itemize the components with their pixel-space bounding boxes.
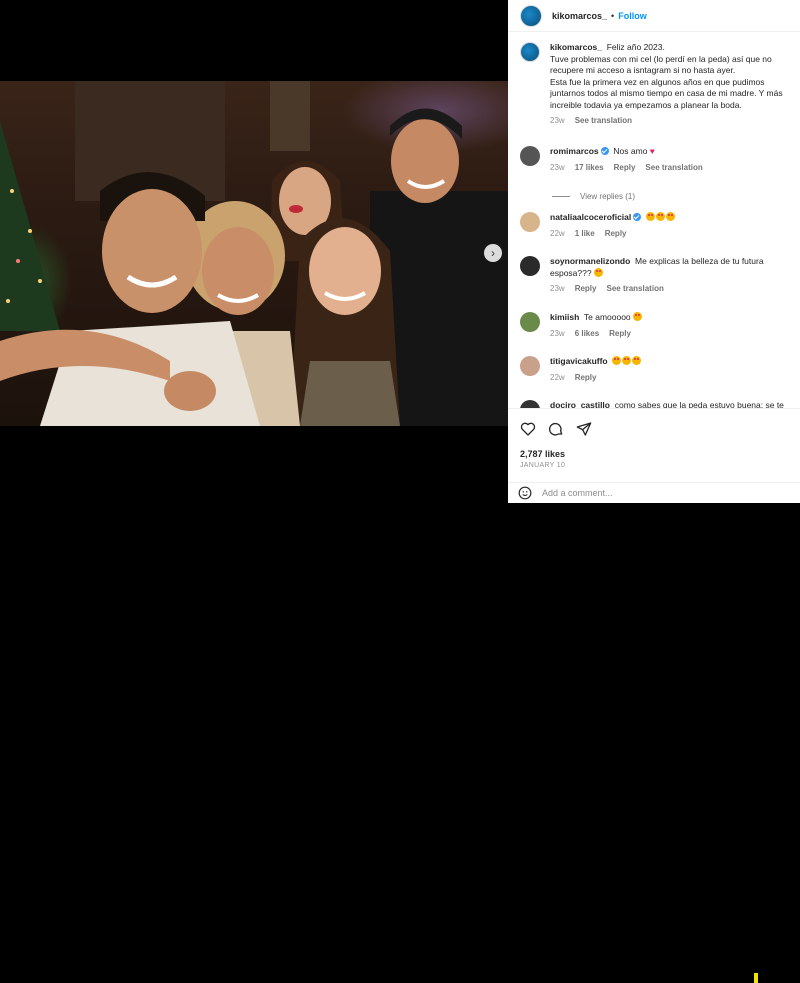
comment-age: 22w <box>550 372 565 382</box>
comment-item: titigavicakuffo 22w Reply <box>520 356 800 383</box>
reply-button[interactable]: Reply <box>614 162 636 174</box>
comment-text: Nos amo <box>613 146 648 156</box>
add-comment-bar[interactable]: Add a comment... <box>508 482 800 983</box>
author-avatar[interactable] <box>520 4 542 27</box>
caption-line-1: Feliz año 2023. <box>606 42 665 52</box>
follow-button[interactable]: Follow <box>618 11 647 21</box>
commenter-avatar[interactable] <box>520 212 540 232</box>
comment-likes[interactable]: 1 like <box>575 228 595 240</box>
heart-eyes-emoji-icon <box>622 356 632 365</box>
cursor-marker <box>754 973 758 983</box>
commenter-avatar[interactable] <box>520 400 540 408</box>
comment-input[interactable]: Add a comment... <box>542 488 613 498</box>
photo-pane: › <box>0 0 508 503</box>
verified-badge-icon <box>633 213 642 221</box>
carousel-next-button[interactable]: › <box>484 244 502 262</box>
comment-item: romimarcos Nos amo ♥ 23w 17 likes Reply … <box>520 146 800 173</box>
comment-username[interactable]: kimiish <box>550 312 579 322</box>
comment-username[interactable]: romimarcos <box>550 146 599 156</box>
post-date: JANUARY 10 <box>520 462 566 469</box>
post-actions: 2,787 likes JANUARY 10 <box>508 408 800 469</box>
comment-username[interactable]: dociro_castillo <box>550 400 610 408</box>
comment-likes[interactable]: 6 likes <box>575 328 599 340</box>
caption-line-2: Tuve problemas con mi cel (lo perdí en l… <box>550 53 772 76</box>
christmas-tree <box>0 121 60 331</box>
emoji-icon[interactable] <box>518 486 532 500</box>
chevron-right-icon: › <box>491 246 495 260</box>
likes-count[interactable]: 2,787 likes <box>520 449 788 459</box>
comment-username[interactable]: titigavicakuffo <box>550 356 608 366</box>
person-right-center <box>290 218 400 426</box>
comment-age: 22w <box>550 228 565 238</box>
comment-age: 23w <box>550 328 565 338</box>
share-icon[interactable] <box>576 421 592 437</box>
verified-badge-icon <box>600 147 609 155</box>
post-photo[interactable] <box>0 81 508 426</box>
post-header: kikomarcos_ • Follow <box>508 0 800 32</box>
heart-eyes-emoji-icon <box>632 356 642 365</box>
comment-text: Te amooooo <box>583 312 631 322</box>
view-replies-label: View replies (1) <box>580 192 635 201</box>
commenter-avatar[interactable] <box>520 256 540 276</box>
post-side-panel: kikomarcos_ • Follow kikomarcos_ Feliz a… <box>508 0 800 983</box>
comment-age: 23w <box>550 162 565 172</box>
comment-username[interactable]: nataliaalcoceroficial <box>550 212 631 222</box>
heart-eyes-emoji-icon <box>646 212 655 221</box>
reply-button[interactable]: Reply <box>605 228 627 240</box>
caption-line-3: Esta fue la primera vez en algunos años … <box>550 76 783 110</box>
author-username[interactable]: kikomarcos_ <box>552 11 607 21</box>
heart-eyes-emoji-icon <box>593 267 603 277</box>
door-frame <box>270 81 310 151</box>
heart-eyes-emoji-icon <box>633 312 643 321</box>
comment-item-partial: dociro_castillo como sabes que la peda e… <box>520 400 800 408</box>
instagram-post-modal: › kikomarcos_ • Follow kikomarcos_ Feliz… <box>0 0 800 983</box>
heart-icon[interactable] <box>520 421 536 437</box>
see-translation-button[interactable]: See translation <box>606 283 663 295</box>
comment-item: soynormanelizondo Me explicas la belleza… <box>520 256 800 295</box>
caption: kikomarcos_ Feliz año 2023. Tuve problem… <box>520 42 800 127</box>
view-replies-button[interactable]: View replies (1) <box>552 192 635 201</box>
comment-text: como sabes que la peda estuvo buena: se … <box>614 400 784 408</box>
comments-list[interactable]: kikomarcos_ Feliz año 2023. Tuve problem… <box>508 36 800 408</box>
reply-button[interactable]: Reply <box>575 372 597 384</box>
caption-avatar[interactable] <box>520 42 540 62</box>
reply-button[interactable]: Reply <box>609 328 631 340</box>
comment-icon[interactable] <box>548 421 564 437</box>
heart-eyes-emoji-icon <box>666 212 675 221</box>
see-translation-button[interactable]: See translation <box>645 162 702 174</box>
caption-username[interactable]: kikomarcos_ <box>550 42 602 52</box>
heart-eyes-emoji-icon <box>612 356 622 365</box>
separator-dot: • <box>611 10 615 21</box>
commenter-avatar[interactable] <box>520 146 540 166</box>
comment-item: kimiish Te amooooo 23w 6 likes Reply <box>520 312 800 339</box>
heart-eyes-emoji-icon <box>656 212 665 221</box>
commenter-avatar[interactable] <box>520 312 540 332</box>
comment-username[interactable]: soynormanelizondo <box>550 256 630 266</box>
commenter-avatar[interactable] <box>520 356 540 376</box>
photo-illustration <box>0 81 508 426</box>
caption-see-translation[interactable]: See translation <box>575 115 632 127</box>
heart-emoji-icon: ♥ <box>649 146 655 156</box>
comment-age: 23w <box>550 284 565 293</box>
comment-likes[interactable]: 17 likes <box>575 162 604 174</box>
replies-line <box>552 196 570 197</box>
comment-item: nataliaalcoceroficial 22w 1 like Reply <box>520 212 800 239</box>
reply-button[interactable]: Reply <box>575 283 597 295</box>
action-icons <box>520 421 788 437</box>
caption-age: 23w <box>550 116 565 125</box>
